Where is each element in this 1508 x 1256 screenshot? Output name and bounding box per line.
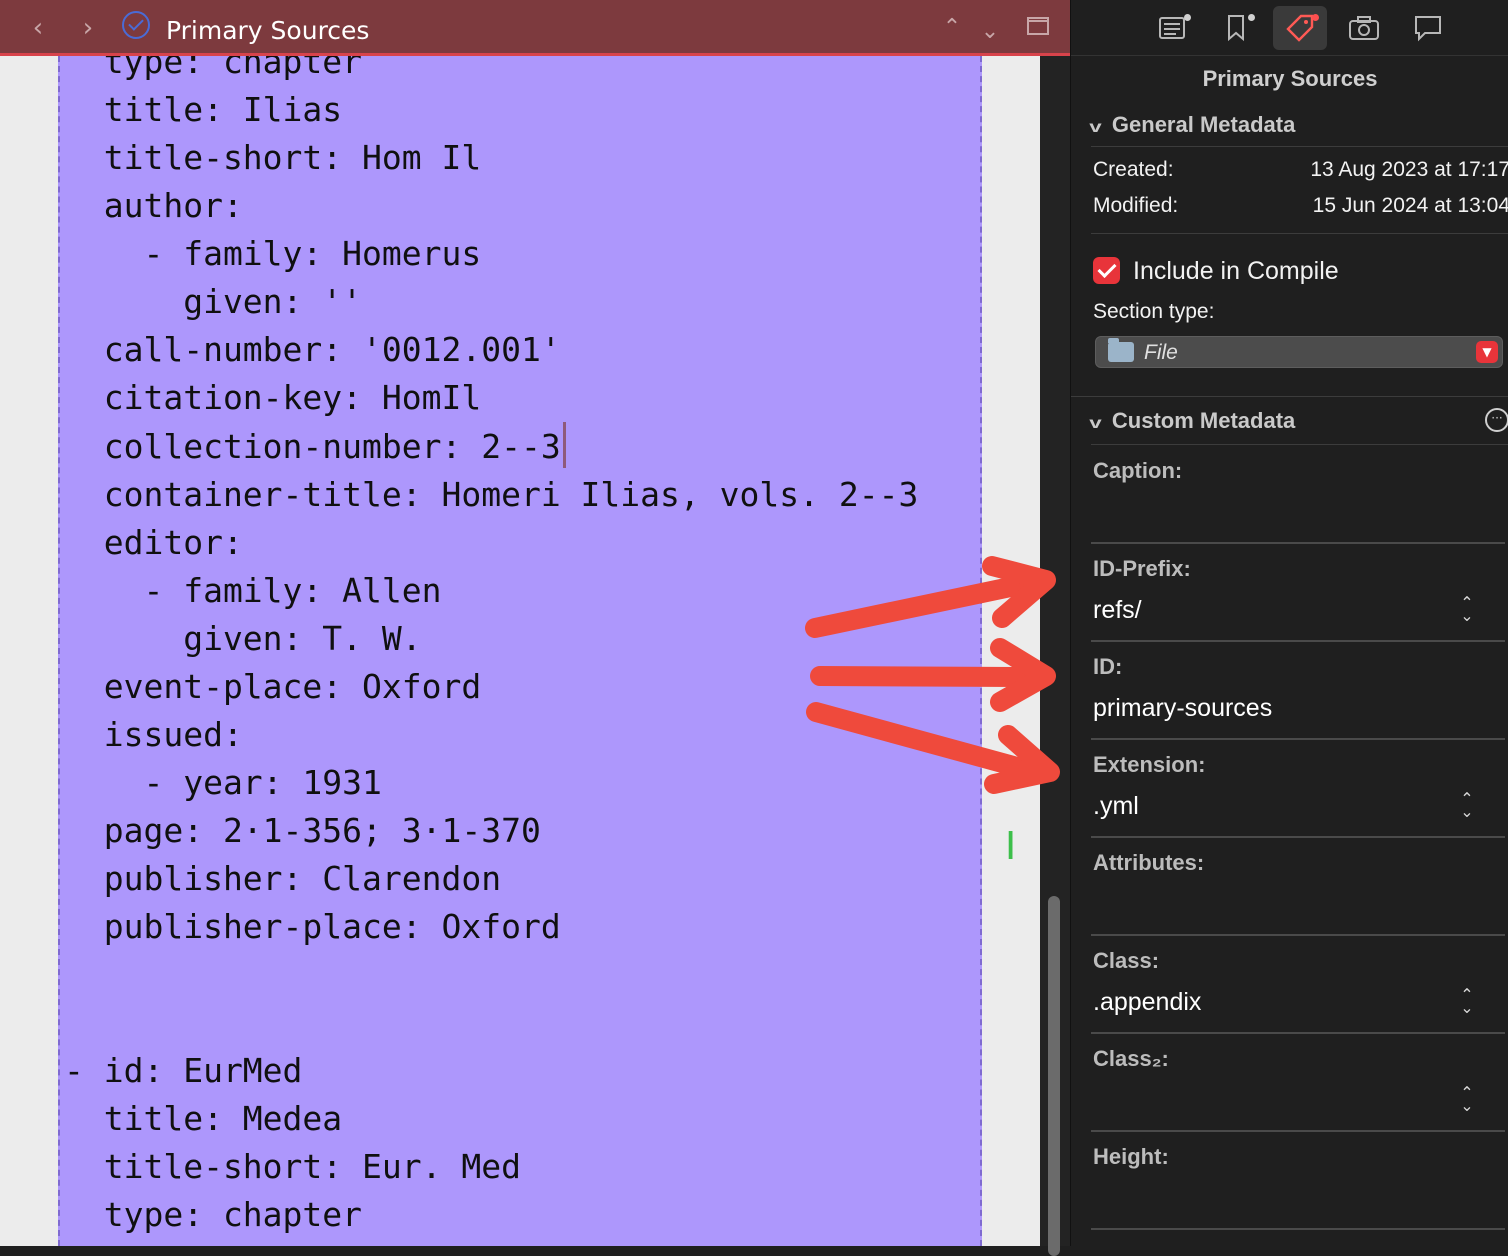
annotation-arrows <box>805 556 1060 794</box>
extension-field[interactable]: .yml <box>1093 792 1139 821</box>
code-line: title: Ilias <box>64 90 343 129</box>
stepper-icon[interactable]: ⌃ ⌄ <box>1457 1085 1477 1114</box>
stepper-icon[interactable]: ⌃ ⌄ <box>1457 595 1477 624</box>
field-underline <box>1091 1032 1505 1034</box>
general-metadata-heading: General Metadata <box>1111 112 1296 137</box>
metadata-tag-icon[interactable] <box>1273 6 1327 50</box>
window-icon[interactable] <box>1024 14 1052 42</box>
stepper-icon[interactable]: ⌃ ⌄ <box>1457 987 1477 1016</box>
divider <box>1091 233 1508 234</box>
attributes-label: Attributes: <box>1093 850 1205 875</box>
arrow-to-id <box>810 638 1056 712</box>
inspector-toolbar <box>1071 0 1508 56</box>
back-icon[interactable]: ‹ <box>24 14 52 42</box>
inspector-pane: Primary Sources v General Metadata Create… <box>1070 0 1508 1246</box>
code-line: title-short: Hom Il <box>64 138 482 177</box>
chevron-down-icon[interactable]: ⌄ <box>976 18 1004 46</box>
code-line: title: Medea <box>64 1099 343 1138</box>
scrollbar-thumb[interactable] <box>1048 896 1060 1256</box>
general-metadata-header[interactable]: v General Metadata <box>1089 112 1296 138</box>
section-type-value: File <box>1144 341 1178 364</box>
code-line: collection-number: 2--3 <box>64 427 561 466</box>
snapshot-camera-icon[interactable] <box>1337 6 1391 50</box>
extension-label: Extension: <box>1093 752 1206 777</box>
text-caret <box>562 422 566 468</box>
id-prefix-label: ID-Prefix: <box>1093 556 1191 581</box>
stepper-icon[interactable]: ⌃ ⌄ <box>1457 791 1477 820</box>
field-underline <box>1091 542 1505 544</box>
custom-metadata-header[interactable]: v Custom Metadata <box>1089 408 1296 434</box>
code-line: event-place: Oxford <box>64 667 482 706</box>
chevron-down-icon: v <box>1089 119 1102 136</box>
code-line: type: chapter <box>64 56 363 81</box>
field-underline <box>1091 934 1505 936</box>
include-in-compile-checkbox[interactable] <box>1093 257 1120 284</box>
editor-titlebar: ‹ › Primary Sources ⌃ ⌄ <box>0 0 1070 56</box>
divider <box>1091 444 1508 445</box>
id-label: ID: <box>1093 654 1123 679</box>
code-line: type: chapter <box>64 1195 363 1234</box>
divider <box>1071 396 1508 397</box>
chevron-up-icon[interactable]: ⌃ <box>938 14 966 42</box>
section-type-select[interactable]: File ▼ <box>1095 336 1503 368</box>
code-line: author: <box>64 186 243 225</box>
bookmark-icon[interactable] <box>1209 6 1263 50</box>
arrow-to-extension <box>806 702 1060 794</box>
modified-label: Modified: <box>1093 194 1179 217</box>
field-underline <box>1091 640 1505 642</box>
folder-icon <box>1108 338 1134 362</box>
code-line: given: '' <box>64 282 363 321</box>
inspector-title: Primary Sources <box>1202 66 1378 91</box>
id-field[interactable]: primary-sources <box>1093 694 1272 723</box>
more-options-icon[interactable]: ··· <box>1485 408 1508 432</box>
include-in-compile-label: Include in Compile <box>1133 257 1339 285</box>
id-prefix-field[interactable]: refs/ <box>1093 596 1142 625</box>
created-label: Created: <box>1093 158 1174 181</box>
chevron-down-icon: v <box>1089 415 1102 432</box>
notes-icon[interactable] <box>1145 6 1199 50</box>
field-underline <box>1091 1228 1505 1230</box>
code-line: page: 2·1-356; 3·1-370 <box>64 811 541 850</box>
code-line: publisher-place: Oxford <box>64 907 561 946</box>
document-title: Primary Sources <box>166 16 370 45</box>
custom-metadata-heading: Custom Metadata <box>1111 408 1296 433</box>
code-line: - year: 1931 <box>64 763 382 802</box>
code-line: issued: <box>64 715 243 754</box>
code-line: editor: <box>64 523 243 562</box>
modified-value: 15 Jun 2024 at 13:04 <box>1312 194 1508 217</box>
code-line: citation-key: HomIl <box>64 378 482 417</box>
code-line: - family: Homerus <box>64 234 482 273</box>
height-label: Height: <box>1093 1144 1169 1169</box>
code-line: call-number: '0012.001' <box>64 330 561 369</box>
code-line: - family: Allen <box>64 571 442 610</box>
class-label: Class₂: <box>1093 1046 1169 1071</box>
class-field[interactable]: .appendix <box>1093 988 1201 1017</box>
field-underline <box>1091 836 1505 838</box>
text-cursor-ibeam-icon: I <box>1005 824 1017 868</box>
code-line: given: T. W. <box>64 619 422 658</box>
section-type-label: Section type: <box>1093 300 1215 323</box>
dropdown-arrow-icon[interactable]: ▼ <box>1476 341 1498 363</box>
comments-icon[interactable] <box>1401 6 1455 50</box>
code-line: - id: EurMed <box>64 1051 303 1090</box>
caption-label: Caption: <box>1093 458 1183 483</box>
code-line: publisher: Clarendon <box>64 859 502 898</box>
class-label: Class: <box>1093 948 1160 973</box>
code-line: title-short: Eur. Med <box>64 1147 521 1186</box>
divider <box>1091 146 1508 147</box>
code-line: container-title: Homeri Ilias, vols. 2--… <box>64 475 919 514</box>
status-check-icon[interactable] <box>122 11 150 39</box>
field-underline <box>1091 1130 1505 1132</box>
arrow-to-id-prefix <box>805 556 1056 638</box>
forward-icon[interactable]: › <box>74 14 102 42</box>
field-underline <box>1091 738 1505 740</box>
created-value: 13 Aug 2023 at 17:17 <box>1310 158 1508 181</box>
